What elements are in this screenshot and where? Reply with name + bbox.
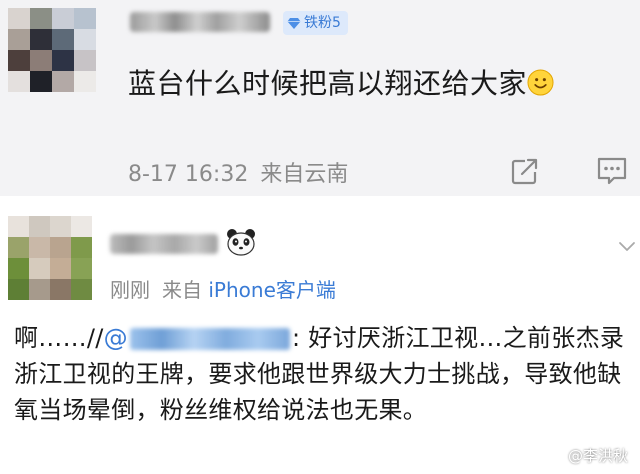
reply-source-prefix: 来自 <box>162 278 202 302</box>
chevron-down-icon[interactable] <box>618 240 636 254</box>
reply-meta: 刚刚 来自 iPhone客户端 <box>110 274 336 303</box>
post-source: 来自云南 <box>260 162 349 187</box>
poster-name-blurred[interactable] <box>130 12 270 32</box>
reply-text-start: 啊……// <box>14 324 104 352</box>
post-content: 蓝台什么时候把高以翔还给大家 <box>128 62 554 102</box>
replier-avatar[interactable] <box>8 216 92 300</box>
fan-level-badge[interactable]: 铁粉5 <box>283 11 348 35</box>
post-meta: 8-17 16:32 来自云南 <box>128 156 348 188</box>
reply-source-device[interactable]: iPhone客户端 <box>208 278 336 302</box>
diamond-icon <box>287 18 301 29</box>
post-timestamp: 8-17 16:32 <box>128 162 249 187</box>
watermark-text: @李洪秋 <box>567 447 628 465</box>
comment-icon[interactable] <box>596 156 628 186</box>
watermark-logo-icon <box>550 449 564 462</box>
panda-icon <box>227 229 255 256</box>
smile-emoji-icon <box>527 69 554 96</box>
mention-name-blurred[interactable] <box>129 328 290 350</box>
poster-avatar[interactable] <box>8 8 96 92</box>
reply-content: 啊……//@: 好讨厌浙江卫视…之前张杰录浙江卫视的王牌，要求他跟世界级大力士挑… <box>14 320 634 428</box>
badge-label: 铁粉5 <box>304 15 341 31</box>
replier-name-blurred[interactable] <box>110 234 218 254</box>
share-icon[interactable] <box>510 156 540 186</box>
mention-at-sign[interactable]: @ <box>104 324 128 352</box>
post-text: 蓝台什么时候把高以翔还给大家 <box>128 67 528 100</box>
reply-time: 刚刚 <box>110 278 150 302</box>
watermark: @李洪秋 <box>549 445 628 466</box>
